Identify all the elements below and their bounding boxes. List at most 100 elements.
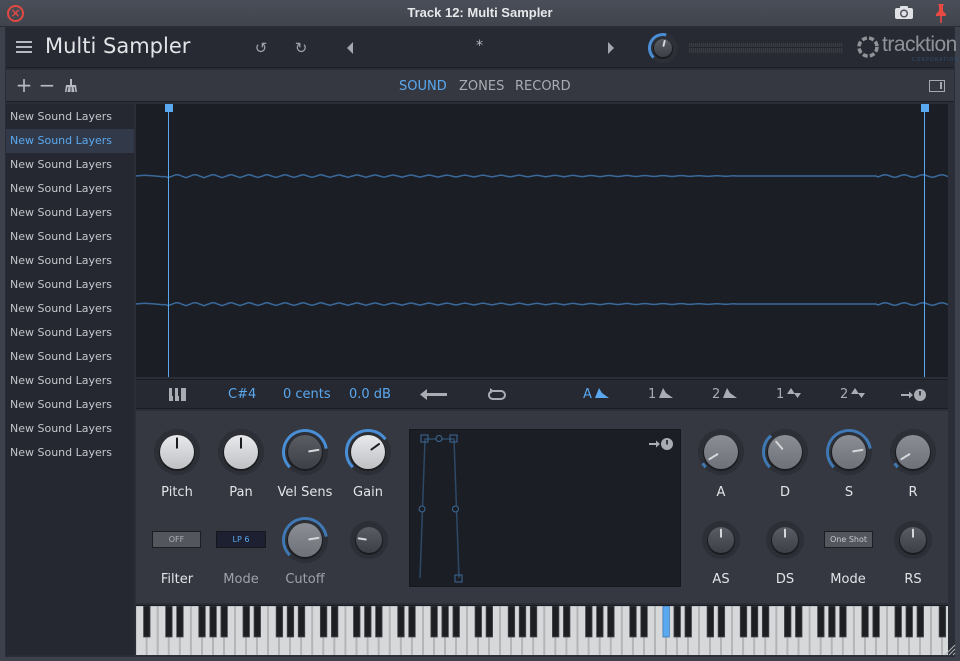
keyboard-icon[interactable] — [169, 388, 186, 401]
envelope-selector-env-1[interactable]: 1 — [648, 387, 674, 402]
preset-name[interactable]: * — [476, 38, 483, 54]
fine-tune-value[interactable]: 0 cents — [283, 387, 331, 402]
envelope-d-knob[interactable] — [760, 427, 810, 477]
slope-ds-knob[interactable] — [764, 519, 806, 561]
envelope-selector-env-2[interactable]: 2 — [712, 387, 738, 402]
release-curve-handle[interactable] — [452, 505, 459, 513]
remove-layer-button[interactable]: − — [37, 75, 57, 95]
black-key[interactable] — [761, 606, 770, 638]
black-key[interactable] — [518, 606, 527, 638]
black-key[interactable] — [165, 606, 173, 638]
filter-toggle[interactable]: OFF — [152, 531, 201, 548]
black-key[interactable] — [330, 606, 339, 638]
black-key[interactable] — [585, 606, 593, 638]
black-key[interactable] — [375, 606, 383, 638]
layer-item[interactable]: New Sound Layers — [6, 417, 134, 441]
filter-mode-select[interactable]: LP 6 — [216, 531, 266, 548]
black-key[interactable] — [817, 606, 825, 638]
retrigger-icon[interactable] — [649, 438, 673, 450]
add-layer-button[interactable]: + — [14, 75, 34, 95]
black-key[interactable] — [717, 606, 726, 638]
start-marker-handle[interactable] — [165, 104, 173, 112]
layer-item[interactable]: New Sound Layers — [6, 225, 134, 249]
envelope-selector-env-A[interactable]: A — [583, 387, 610, 402]
layer-item[interactable]: New Sound Layers — [6, 153, 134, 177]
black-key[interactable] — [916, 606, 924, 638]
black-key[interactable] — [872, 606, 880, 638]
retrigger-icon[interactable] — [901, 388, 927, 402]
pitch-knob[interactable] — [152, 427, 202, 477]
undo-icon[interactable]: ↺ — [253, 39, 269, 57]
black-key[interactable] — [673, 606, 681, 638]
layer-item[interactable]: New Sound Layers — [6, 273, 134, 297]
black-key[interactable] — [209, 606, 217, 638]
black-key[interactable] — [143, 606, 151, 638]
black-key[interactable] — [861, 606, 869, 638]
black-key[interactable] — [198, 606, 206, 638]
black-key[interactable] — [640, 606, 648, 638]
layer-item[interactable]: New Sound Layers — [6, 249, 134, 273]
black-key[interactable] — [629, 606, 637, 638]
vel-sens-knob[interactable] — [280, 427, 330, 477]
waveform-display[interactable] — [136, 104, 948, 377]
envelope-a-knob[interactable] — [696, 427, 746, 477]
layer-item[interactable]: New Sound Layers — [6, 393, 134, 417]
next-preset-icon[interactable] — [606, 41, 616, 55]
black-key[interactable] — [286, 606, 295, 638]
black-key[interactable] — [684, 606, 692, 638]
layer-item[interactable]: New Sound Layers — [6, 345, 134, 369]
black-key[interactable] — [297, 606, 306, 638]
slope-as-knob[interactable] — [700, 519, 742, 561]
reverse-arrow-icon[interactable] — [420, 389, 447, 400]
layer-item[interactable]: New Sound Layers — [6, 297, 134, 321]
piano-keyboard[interactable] — [136, 605, 948, 655]
envelope-s-knob[interactable] — [824, 427, 874, 477]
decay-curve-handle[interactable] — [435, 435, 443, 442]
previous-preset-icon[interactable] — [345, 41, 355, 55]
black-key[interactable] — [795, 606, 803, 638]
black-key[interactable] — [364, 606, 372, 638]
black-key[interactable] — [430, 606, 438, 638]
black-key[interactable] — [739, 606, 748, 638]
layer-item[interactable]: New Sound Layers — [6, 129, 134, 153]
layer-item[interactable]: New Sound Layers — [6, 177, 134, 201]
black-key[interactable] — [253, 606, 261, 638]
panel-toggle-icon[interactable] — [929, 80, 945, 92]
black-key[interactable] — [353, 606, 361, 638]
tab-zones[interactable]: ZONES — [459, 79, 504, 94]
black-key[interactable] — [607, 606, 615, 638]
resize-grip-icon[interactable] — [944, 644, 956, 656]
tab-sound[interactable]: SOUND — [399, 79, 447, 94]
black-key[interactable] — [563, 606, 571, 638]
slope-rs-knob[interactable] — [892, 519, 934, 561]
layer-item[interactable]: New Sound Layers — [6, 105, 134, 129]
black-key[interactable] — [894, 606, 902, 638]
envelope-graph[interactable] — [409, 429, 681, 587]
black-key[interactable] — [220, 606, 228, 638]
black-key[interactable] — [408, 606, 416, 638]
black-key[interactable] — [938, 606, 947, 638]
envelope-selector-lfo-2[interactable]: 2 — [840, 387, 866, 402]
black-key[interactable] — [706, 606, 714, 638]
black-key[interactable] — [474, 606, 482, 638]
black-key[interactable] — [397, 606, 405, 638]
black-key[interactable] — [176, 606, 184, 638]
black-key[interactable] — [507, 606, 516, 638]
black-key[interactable] — [529, 606, 538, 638]
layer-item[interactable]: New Sound Layers — [6, 201, 134, 225]
black-key[interactable] — [319, 606, 328, 638]
layer-item[interactable]: New Sound Layers — [6, 441, 134, 465]
black-key[interactable] — [551, 606, 560, 638]
black-key[interactable] — [242, 606, 250, 638]
black-key[interactable] — [485, 606, 494, 638]
redo-icon[interactable]: ↻ — [293, 39, 309, 57]
envelope-mode-button[interactable]: One Shot — [824, 531, 873, 548]
resonance-knob[interactable] — [348, 519, 390, 561]
highlighted-root-key[interactable] — [662, 606, 670, 638]
black-key[interactable] — [784, 606, 792, 638]
black-key[interactable] — [441, 606, 449, 638]
black-key[interactable] — [275, 606, 284, 638]
black-key[interactable] — [750, 606, 759, 638]
tab-record[interactable]: RECORD — [515, 79, 571, 94]
black-key[interactable] — [828, 606, 836, 638]
